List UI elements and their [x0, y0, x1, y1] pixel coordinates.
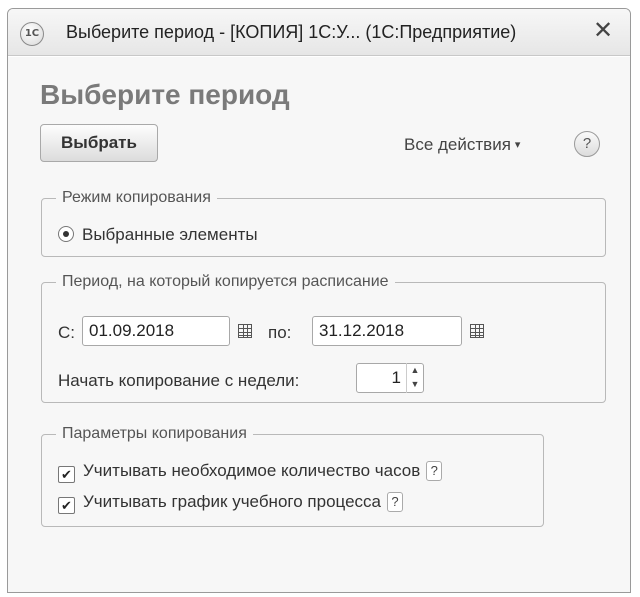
spin-arrows-icon[interactable]: ▲ ▼ [406, 363, 423, 393]
period-legend: Период, на который копируется расписание [62, 273, 389, 290]
window-title: Выберите период - [КОПИЯ] 1С:У... (1С:Пр… [66, 22, 517, 42]
spin-down-icon[interactable]: ▼ [407, 377, 423, 391]
date-to-field[interactable]: 31.12.2018 [312, 316, 462, 346]
week-label: Начать копирование с недели: [58, 371, 300, 390]
week-stepper[interactable]: 1 ▲ ▼ [356, 363, 424, 393]
date-to-value: 31.12.2018 [319, 321, 405, 340]
hours-checkbox-row[interactable]: ✔ Учитывать необходимое количество часов? [58, 461, 443, 483]
all-actions-menu[interactable]: Все действия ▾ [404, 135, 520, 155]
week-value: 1 [391, 368, 401, 387]
copy-mode-legend: Режим копирования [62, 189, 211, 206]
dialog-window: 1С Выберите период - [КОПИЯ] 1С:У... (1С… [7, 8, 631, 593]
copy-mode-group: Режим копирования [41, 189, 606, 257]
calendar-icon[interactable] [470, 324, 484, 338]
schedule-checkbox-label: Учитывать график учебного процесса [83, 492, 381, 511]
all-actions-label: Все действия [404, 135, 511, 154]
checkbox-checked-icon[interactable]: ✔ [58, 497, 75, 514]
help-icon[interactable]: ? [574, 131, 600, 157]
date-from-value: 01.09.2018 [89, 321, 175, 340]
from-label: С: [58, 323, 75, 342]
help-icon[interactable]: ? [386, 492, 403, 512]
1c-logo-icon: 1С [20, 22, 44, 46]
hours-checkbox-label: Учитывать необходимое количество часов [83, 461, 421, 480]
radio-selected-icon [58, 226, 74, 242]
title-bar[interactable]: 1С Выберите период - [КОПИЯ] 1С:У... (1С… [8, 9, 630, 56]
checkbox-checked-icon[interactable]: ✔ [58, 466, 75, 483]
selected-elements-label: Выбранные элементы [82, 225, 258, 244]
to-label: по: [268, 323, 292, 342]
schedule-checkbox-row[interactable]: ✔ Учитывать график учебного процесса? [58, 492, 403, 514]
selected-elements-radio[interactable]: Выбранные элементы [58, 225, 258, 245]
close-icon[interactable]: ✕ [590, 18, 616, 44]
help-icon[interactable]: ? [426, 461, 443, 481]
spin-up-icon[interactable]: ▲ [407, 363, 423, 377]
select-button[interactable]: Выбрать [40, 124, 158, 162]
chevron-down-icon: ▾ [514, 139, 521, 151]
params-legend: Параметры копирования [62, 425, 247, 442]
page-title: Выберите период [40, 79, 290, 110]
calendar-icon[interactable] [238, 324, 252, 338]
form-body: Выберите период Выбрать Все действия ▾ ? … [8, 56, 630, 592]
date-from-field[interactable]: 01.09.2018 [82, 316, 230, 346]
